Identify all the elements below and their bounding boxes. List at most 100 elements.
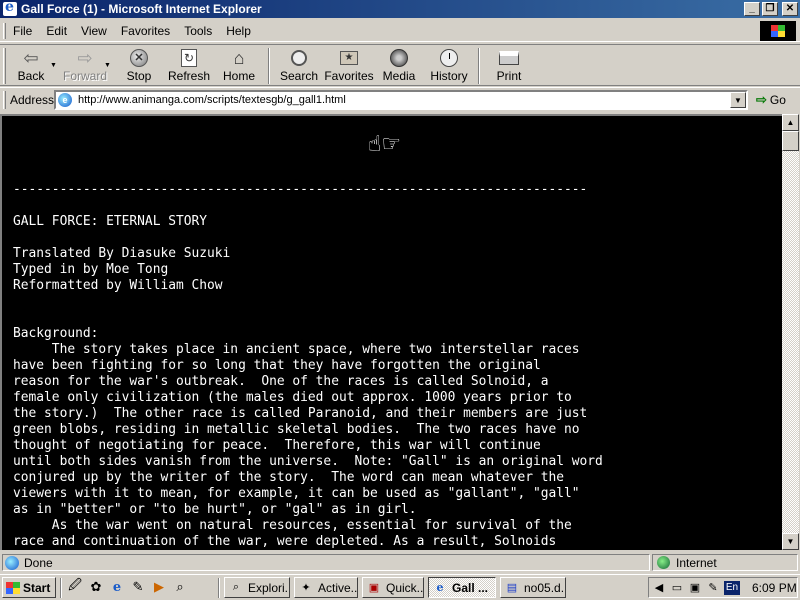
favorites-button[interactable]: ★ Favorites (324, 45, 374, 85)
go-arrow-icon: ⇨ (756, 92, 767, 107)
search-label: Search (279, 69, 319, 83)
stop-label: Stop (126, 69, 152, 83)
scroll-thumb[interactable] (782, 131, 799, 151)
task-label: Active... (318, 580, 358, 595)
system-tray: ◀ ▭ ▣ ✎ En 6:09 PM (648, 577, 798, 598)
tool-launch-icon[interactable]: ✎ (129, 578, 147, 596)
search-button[interactable]: Search (274, 45, 324, 85)
start-button[interactable]: Start (2, 577, 56, 598)
taskbar: Start 🖉 ✿ e ✎ ▶ ⌕ ⌕ Explori... ✦ Active.… (0, 574, 800, 600)
minimize-button[interactable]: _ (744, 2, 760, 16)
media-icon (390, 49, 408, 67)
task-quick[interactable]: ▣ Quick... (362, 577, 424, 598)
hand-right-icon: ☞ (381, 132, 402, 157)
hand-up-icon: ☝ (368, 132, 382, 157)
back-button[interactable]: ⇦ Back (6, 45, 56, 85)
quick-icon: ▣ (368, 582, 380, 594)
address-input[interactable]: e http://www.animanga.com/scripts/textes… (54, 90, 748, 110)
page-text: ----------------------------------------… (13, 182, 603, 549)
refresh-icon: ↻ (181, 49, 197, 67)
search-launch-icon[interactable]: ⌕ (171, 578, 189, 596)
menu-file[interactable]: File (6, 24, 39, 38)
volume-icon[interactable]: ◀ (651, 580, 667, 596)
menu-view[interactable]: View (74, 24, 114, 38)
menu-favorites[interactable]: Favorites (114, 24, 177, 38)
start-label: Start (23, 580, 51, 595)
forward-button[interactable]: ⇨ Forward (60, 45, 110, 85)
task-no05[interactable]: ▤ no05.d... (500, 577, 566, 598)
windows-flag-icon (6, 581, 20, 594)
refresh-label: Refresh (167, 69, 211, 83)
refresh-button[interactable]: ↻ Refresh (164, 45, 214, 85)
task-explorer[interactable]: ⌕ Explori... (224, 577, 290, 598)
ie-logo-icon (3, 0, 17, 16)
home-icon: ⌂ (233, 48, 245, 68)
page-done-icon (5, 555, 19, 570)
print-button[interactable]: Print (484, 45, 534, 85)
active-icon: ✦ (301, 582, 311, 594)
network-icon[interactable]: ▭ (669, 580, 685, 596)
title-bar: Gall Force (1) - Microsoft Internet Expl… (0, 0, 800, 18)
task-label: no05.d... (524, 580, 565, 595)
task-label: Gall ... (452, 580, 489, 595)
tool-tray-icon[interactable]: ✎ (705, 580, 721, 596)
taskbar-separator (218, 578, 220, 598)
windows-logo-icon (760, 21, 796, 41)
security-zone: Internet (652, 554, 798, 571)
display-icon[interactable]: ▣ (687, 580, 703, 596)
toolbar-separator (478, 48, 480, 84)
pointing-hands-image: ☝ ☞ (368, 134, 401, 156)
scroll-down-button[interactable]: ▼ (782, 533, 799, 550)
task-label: Quick... (386, 580, 424, 595)
app-launcher-icon[interactable]: ✿ (87, 578, 105, 596)
scroll-up-button[interactable]: ▲ (782, 114, 799, 131)
status-panel: Done (2, 554, 650, 571)
forward-dropdown-icon[interactable]: ▼ (104, 62, 114, 69)
toolbar-separator (268, 48, 270, 84)
show-desktop-icon[interactable]: 🖉 (66, 577, 84, 596)
language-indicator[interactable]: En (724, 580, 740, 595)
taskbar-separator (60, 578, 62, 598)
back-label: Back (17, 69, 45, 83)
home-label: Home (222, 69, 255, 83)
history-button[interactable]: History (424, 45, 474, 85)
task-label: Explori... (248, 580, 289, 595)
close-button[interactable]: ✕ (782, 2, 798, 16)
go-button[interactable]: ⇨ Go (756, 91, 786, 109)
address-bar: Address e http://www.animanga.com/script… (0, 87, 800, 111)
favorites-icon: ★ (340, 51, 358, 65)
window-controls: _ ❐ ✕ (744, 2, 798, 16)
ie-launch-icon[interactable]: e (108, 578, 126, 596)
menu-bar: File Edit View Favorites Tools Help (0, 20, 800, 42)
document-icon: ▤ (506, 582, 518, 594)
status-bar: Done Internet (0, 552, 800, 572)
back-dropdown-icon[interactable]: ▼ (50, 62, 60, 69)
stop-icon: ✕ (130, 49, 148, 67)
page-icon: e (58, 93, 72, 107)
address-dropdown-button[interactable]: ▼ (730, 92, 746, 108)
stop-button[interactable]: ✕ Stop (114, 45, 164, 85)
quick-launch: 🖉 ✿ e ✎ ▶ ⌕ (66, 577, 189, 596)
clock[interactable]: 6:09 PM (752, 581, 797, 595)
media-launch-icon[interactable]: ▶ (150, 578, 168, 596)
menu-help[interactable]: Help (219, 24, 258, 38)
back-arrow-icon: ⇦ (23, 48, 39, 68)
window-title: Gall Force (1) - Microsoft Internet Expl… (21, 2, 262, 16)
status-text: Done (24, 555, 53, 570)
address-url[interactable]: http://www.animanga.com/scripts/textesgb… (78, 94, 346, 106)
task-active[interactable]: ✦ Active... (294, 577, 358, 598)
go-label: Go (769, 93, 786, 107)
address-grip[interactable] (3, 90, 6, 109)
internet-zone-icon (657, 556, 670, 569)
forward-label: Forward (62, 69, 107, 83)
media-button[interactable]: Media (374, 45, 424, 85)
history-icon (440, 49, 458, 67)
maximize-button[interactable]: ❐ (762, 2, 778, 16)
vertical-scrollbar[interactable]: ▲ ▼ (782, 114, 799, 550)
home-button[interactable]: ⌂ Home (214, 45, 264, 85)
task-gall-force[interactable]: e Gall ... (428, 577, 496, 598)
menu-edit[interactable]: Edit (39, 24, 74, 38)
ie-task-icon: e (436, 581, 444, 594)
menu-tools[interactable]: Tools (177, 24, 219, 38)
forward-arrow-icon: ⇨ (77, 48, 93, 68)
